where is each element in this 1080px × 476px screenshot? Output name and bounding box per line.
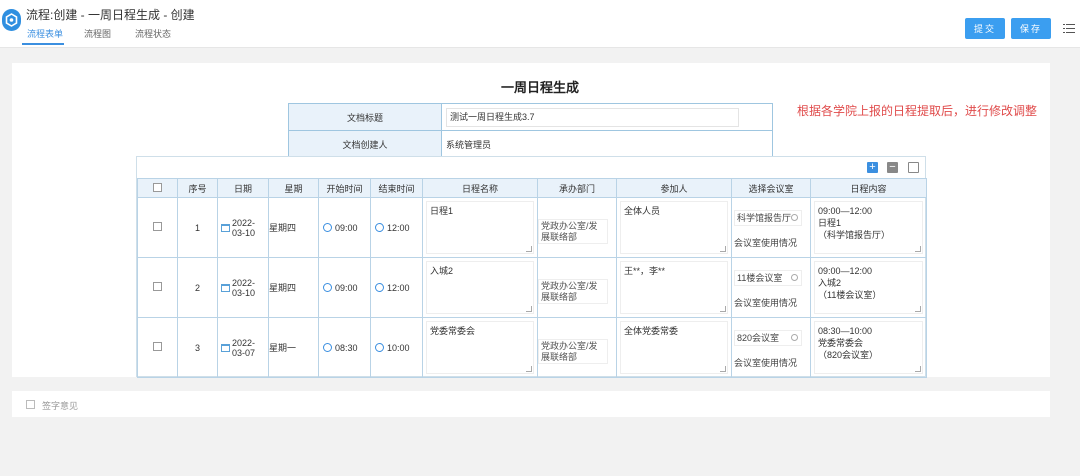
remove-row-icon[interactable]: − [887,162,898,173]
creator-value: 系统管理员 [441,130,773,158]
row-checkbox[interactable] [153,342,162,351]
schedule-name-textarea[interactable]: 日程1 [426,201,534,254]
weekday-value: 星期四 [268,197,319,258]
room-usage-link[interactable]: 会议室使用情况 [734,236,797,249]
creator-label: 文档创建人 [288,130,442,158]
weekday-value: 星期四 [268,257,319,318]
edit-icon [26,400,35,409]
col-header-start: 开始时间 [318,178,371,198]
col-header-name: 日程名称 [422,178,538,198]
doc-title-input[interactable]: 测试一周日程生成3.7 [446,107,739,127]
copy-row-icon[interactable] [908,162,919,173]
clock-icon[interactable] [323,283,332,292]
schedule-grid: + − 序号 日期 星期 开始时间 结束时间 日程名称 承办部门 参加人 选择会… [136,156,927,378]
clock-icon[interactable] [375,283,384,292]
search-icon[interactable] [791,274,798,281]
calendar-icon[interactable] [221,343,230,352]
col-header-end: 结束时间 [370,178,423,198]
doc-title-label: 文档标题 [288,103,442,131]
row-checkbox[interactable] [153,222,162,231]
start-time-value[interactable]: 09:00 [335,283,358,293]
room-usage-link[interactable]: 会议室使用情况 [734,356,797,369]
calendar-icon[interactable] [221,223,230,232]
table-header-row: 序号 日期 星期 开始时间 结束时间 日程名称 承办部门 参加人 选择会议室 日… [137,178,927,198]
table-row: 2 2022-03-10 星期四 09:00 12:00 入城2 党政办公室/发展… [137,257,927,318]
col-header-attendees: 参加人 [616,178,732,198]
search-icon[interactable] [791,334,798,341]
row-checkbox[interactable] [153,282,162,291]
signature-section[interactable]: 签字意见 [12,391,1050,417]
col-header-room: 选择会议室 [731,178,811,198]
table-row: 3 2022-03-07 星期一 08:30 10:00 党委常委会 党政办公室/… [137,317,927,378]
tab-flowchart[interactable]: 流程图 [84,27,111,40]
room-select-field[interactable]: 820会议室 [734,330,802,346]
col-header-dept: 承办部门 [537,178,617,198]
date-value[interactable]: 2022-03-10 [232,218,268,238]
calendar-icon[interactable] [221,283,230,292]
row-no: 2 [177,257,218,318]
tab-form[interactable]: 流程表单 [27,27,63,40]
clock-icon[interactable] [375,343,384,352]
signature-label: 签字意见 [42,401,79,411]
col-header-no: 序号 [177,178,218,198]
col-header-weekday: 星期 [268,178,319,198]
select-all-checkbox[interactable] [153,182,162,192]
start-time-value[interactable]: 08:30 [335,343,358,353]
attendees-textarea[interactable]: 王**，李** [620,261,728,314]
row-no: 1 [177,197,218,258]
row-no: 3 [177,317,218,378]
schedule-name-textarea[interactable]: 入城2 [426,261,534,314]
room-select-field[interactable]: 11楼会议室 [734,270,802,286]
add-row-icon[interactable]: + [867,162,878,173]
clock-icon[interactable] [323,223,332,232]
grid-toolbar: + − [137,157,925,178]
top-bar: 流程:创建 - 一周日程生成 - 创建 流程表单 流程图 流程状态 提交 保存 [0,0,1080,48]
content-textarea[interactable]: 09:00—12:00 入城2 （11楼会议室） [814,261,923,314]
clock-icon[interactable] [323,343,332,352]
instruction-note: 根据各学院上报的日程提取后，进行修改调整 [797,104,1038,118]
submit-button[interactable]: 提交 [965,18,1005,39]
date-value[interactable]: 2022-03-10 [232,278,268,298]
end-time-value[interactable]: 12:00 [387,223,410,233]
room-select-field[interactable]: 科学馆报告厅 [734,210,802,226]
col-header-date: 日期 [217,178,269,198]
tab-status[interactable]: 流程状态 [135,27,171,40]
schedule-table: 序号 日期 星期 开始时间 结束时间 日程名称 承办部门 参加人 选择会议室 日… [137,178,927,378]
content-textarea[interactable]: 09:00—12:00 日程1 （科学馆报告厅） [814,201,923,254]
table-row: 1 2022-03-10 星期四 09:00 12:00 日程1 党政办公室/发展… [137,197,927,258]
form-title: 一周日程生成 [500,80,579,95]
list-menu-icon[interactable] [1063,23,1075,35]
save-button[interactable]: 保存 [1011,18,1051,39]
date-value[interactable]: 2022-03-07 [232,338,268,358]
app-logo-icon [2,9,21,31]
document-meta-table: 文档标题 测试一周日程生成3.7 文档创建人 系统管理员 [288,103,773,158]
end-time-value[interactable]: 10:00 [387,343,410,353]
start-time-value[interactable]: 09:00 [335,223,358,233]
search-icon[interactable] [791,214,798,221]
attendees-textarea[interactable]: 全体党委常委 [620,321,728,374]
col-header-content: 日程内容 [810,178,927,198]
schedule-name-textarea[interactable]: 党委常委会 [426,321,534,374]
active-tab-indicator [22,43,64,45]
end-time-value[interactable]: 12:00 [387,283,410,293]
attendees-textarea[interactable]: 全体人员 [620,201,728,254]
room-usage-link[interactable]: 会议室使用情况 [734,296,797,309]
weekday-value: 星期一 [268,317,319,378]
page-title: 流程:创建 - 一周日程生成 - 创建 [26,8,195,22]
clock-icon[interactable] [375,223,384,232]
content-textarea[interactable]: 08:30—10:00 党委常委会 （820会议室） [814,321,923,374]
